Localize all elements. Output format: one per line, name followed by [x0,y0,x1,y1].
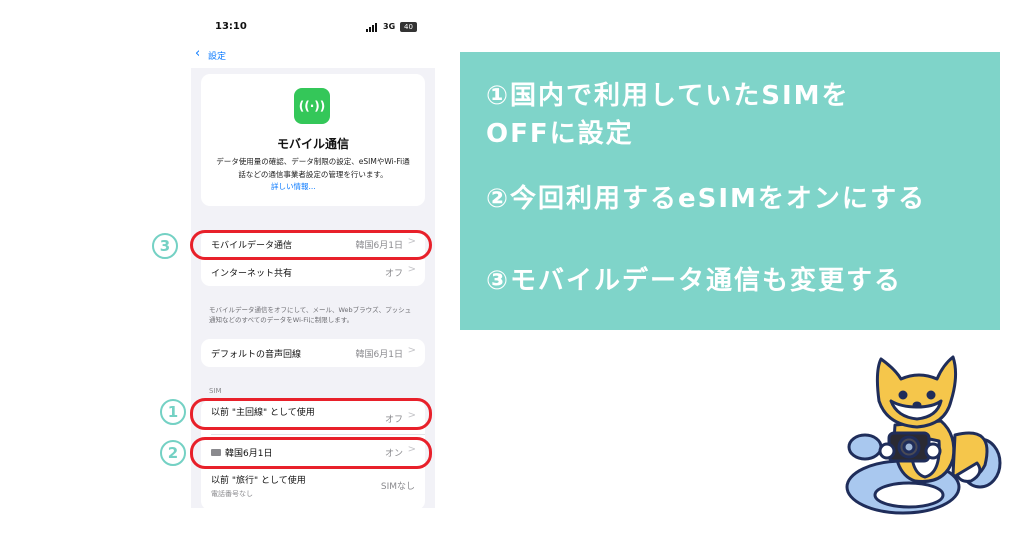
voice-group: デフォルトの音声回線 韓国6月1日 > [201,339,425,367]
step-badge-2: 2 [160,440,186,466]
row-value: オフ [384,269,403,279]
instruction-panel: ①国内で利用していたSIMを OFFに設定 ②今回利用するeSIMをオンにする … [460,52,1000,330]
highlight-ring-mobile-data [190,230,432,260]
sim-travel-row[interactable]: 以前 "旅行" として使用 電話番号なし SIMなし [201,466,425,506]
default-voice-row[interactable]: デフォルトの音声回線 韓国6月1日 > [201,339,425,367]
learn-more-link[interactable]: 詳しい情報... [271,181,371,192]
status-bar: 13:10 3G 40 [191,14,435,42]
step-badge-1: 1 [160,399,186,425]
mobile-info-card: ((·)) モバイル通信 データ使用量の確認、データ制限の設定、eSIMやWi-… [201,74,425,206]
row-label: デフォルトの音声回線 [211,350,302,360]
row-value: SIMなし [380,482,415,492]
chevron-right-icon: > [407,345,416,356]
row-label: 以前 "旅行" として使用 [211,476,306,486]
row-label: インターネット共有 [211,269,293,279]
chevron-right-icon: > [407,264,416,275]
fox-mascot-illustration [845,355,1002,515]
network-label: 3G [383,22,396,31]
row-sublabel: 電話番号なし [211,490,253,498]
back-chevron-icon[interactable]: ‹ [195,46,200,61]
status-time: 13:10 [215,21,247,32]
row-value: 韓国6月1日 [355,350,403,360]
battery-icon: 40 [400,22,417,32]
divider [211,434,425,435]
step-1-line-2: OFFに設定 [486,119,634,149]
back-button[interactable]: 設定 [208,49,226,62]
signal-icon [366,23,380,32]
antenna-icon: ((·)) [294,88,330,124]
highlight-ring-sim-korea [190,437,432,469]
step-1-line-1: ①国内で利用していたSIMを [486,81,850,111]
hotspot-row[interactable]: インターネット共有 オフ > [201,258,425,286]
step-3: ③モバイルデータ通信も変更する [486,266,903,296]
phone-screenshot: 13:10 3G 40 ‹ 設定 ((·)) モバイル通信 データ使用量の確認、… [191,14,435,508]
highlight-ring-sim-primary [190,398,432,430]
page-description: データ使用量の確認、データ制限の設定、eSIMやWi-Fi通話などの通信事業者設… [216,157,410,179]
mobile-data-note: モバイルデータ通信をオフにして、メール、Webブラウズ、プッシュ通知などのすべて… [209,306,412,324]
page-title: モバイル通信 [276,137,349,151]
sim-section-header: SIM [209,387,222,395]
step-badge-3: 3 [152,233,178,259]
step-2: ②今回利用するeSIMをオンにする [486,184,927,214]
navigation-bar: ‹ 設定 [191,42,435,68]
